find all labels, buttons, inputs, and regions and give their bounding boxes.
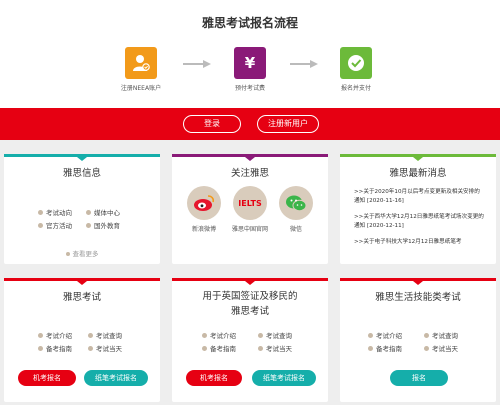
step-label: 预付考试费 bbox=[234, 85, 265, 92]
ielts-info-card: 雅思信息 考试动向 媒体中心 官方活动 国外教育 查看更多 bbox=[4, 154, 160, 264]
link-official-events[interactable]: 官方活动 bbox=[38, 220, 72, 230]
card-title-line1: 用于英国签证及移民的 bbox=[202, 291, 298, 302]
card-title: 雅思生活技能类考试 bbox=[375, 292, 461, 303]
register-button[interactable]: 注册新用户 bbox=[257, 115, 319, 133]
latest-news-card: 雅思最新消息 bbox=[340, 154, 496, 264]
weibo-icon bbox=[187, 186, 221, 220]
ukvi-exam-card: 用于英国签证及移民的 雅思考试 考试介绍 考试查询 备考指南 考试当天 机考报名… bbox=[172, 278, 328, 402]
arrow-right-icon bbox=[290, 60, 318, 68]
ielts-china-site-link[interactable]: IELTS 雅思中国官网 bbox=[225, 186, 275, 233]
step-label: 报名并支付 bbox=[340, 85, 371, 92]
wechat-link[interactable]: 微信 bbox=[271, 186, 321, 233]
paper-exam-register-button[interactable]: 纸笔考试报名 bbox=[252, 370, 316, 386]
step-prepay[interactable]: ¥ 预付考试费 bbox=[210, 47, 290, 92]
card-title: 雅思最新消息 bbox=[389, 168, 447, 179]
link-exam-day[interactable]: 考试当天 bbox=[88, 343, 122, 353]
link-overseas-education[interactable]: 国外教育 bbox=[86, 220, 120, 230]
wechat-icon bbox=[279, 186, 313, 220]
link-prep-guide[interactable]: 备考指南 bbox=[368, 343, 402, 353]
registration-process-section: 雅思考试报名流程 注册NEEA账户 ¥ 预付考试费 报名并支付 bbox=[0, 0, 500, 108]
card-accent-pointer bbox=[77, 157, 87, 161]
user-register-icon bbox=[125, 47, 157, 79]
card-title: 关注雅思 bbox=[230, 168, 269, 179]
news-item[interactable]: >>关于西华大学12月12日雅思纸笔考试场次变更的通知 [2020-12-11] bbox=[354, 213, 484, 230]
link-prep-guide[interactable]: 备考指南 bbox=[202, 343, 236, 353]
link-exam-intro[interactable]: 考试介绍 bbox=[368, 330, 402, 340]
login-banner: 登录 注册新用户 bbox=[0, 108, 500, 140]
link-exam-day[interactable]: 考试当天 bbox=[258, 343, 292, 353]
news-item[interactable]: >>关于2020年10月以后考点变更新及相关安排的通知 [2020-11-16] bbox=[354, 188, 484, 205]
card-title-line2: 雅思考试 bbox=[230, 306, 269, 317]
step-label: 注册NEEA账户 bbox=[120, 85, 162, 92]
login-button[interactable]: 登录 bbox=[183, 115, 241, 133]
check-icon bbox=[340, 47, 372, 79]
card-accent-pointer bbox=[413, 157, 423, 161]
card-accent-pointer bbox=[77, 281, 87, 285]
link-exam-intro[interactable]: 考试介绍 bbox=[202, 330, 236, 340]
card-accent-pointer bbox=[245, 157, 255, 161]
card-title: 雅思考试 bbox=[62, 292, 101, 303]
social-label: 微信 bbox=[289, 226, 302, 233]
card-accent-pointer bbox=[245, 281, 255, 285]
step-register-pay[interactable]: 报名并支付 bbox=[316, 47, 396, 92]
link-exam-intro[interactable]: 考试介绍 bbox=[38, 330, 72, 340]
step-register[interactable]: 注册NEEA账户 bbox=[101, 47, 181, 92]
paper-exam-register-button[interactable]: 纸笔考试报名 bbox=[84, 370, 148, 386]
link-exam-news[interactable]: 考试动向 bbox=[38, 207, 72, 217]
link-media-center[interactable]: 媒体中心 bbox=[86, 207, 120, 217]
life-skills-card: 雅思生活技能类考试 考试介绍 考试查询 备考指南 考试当天 报名 bbox=[340, 278, 496, 402]
register-button[interactable]: 报名 bbox=[390, 370, 448, 386]
view-more-link[interactable]: 查看更多 bbox=[4, 248, 160, 258]
computer-exam-register-button[interactable]: 机考报名 bbox=[186, 370, 242, 386]
link-exam-query[interactable]: 考试查询 bbox=[258, 330, 292, 340]
ielts-logo: IELTS bbox=[233, 186, 267, 220]
arrow-right-icon bbox=[183, 60, 211, 68]
ielts-exam-card: 雅思考试 考试介绍 考试查询 备考指南 考试当天 机考报名 纸笔考试报名 bbox=[4, 278, 160, 402]
page-title: 雅思考试报名流程 bbox=[201, 16, 298, 30]
news-item[interactable]: >>关于电子科技大学12月12日雅思纸笔考 bbox=[354, 238, 484, 247]
weibo-link[interactable]: 新浪微博 bbox=[179, 186, 229, 233]
card-accent-pointer bbox=[413, 281, 423, 285]
yen-payment-icon: ¥ bbox=[234, 47, 266, 79]
computer-exam-register-button[interactable]: 机考报名 bbox=[18, 370, 76, 386]
card-title: 雅思信息 bbox=[62, 168, 101, 179]
link-exam-query[interactable]: 考试查询 bbox=[88, 330, 122, 340]
link-exam-query[interactable]: 考试查询 bbox=[424, 330, 458, 340]
social-label: 新浪微博 bbox=[191, 226, 216, 233]
link-exam-day[interactable]: 考试当天 bbox=[424, 343, 458, 353]
link-prep-guide[interactable]: 备考指南 bbox=[38, 343, 72, 353]
social-label: 雅思中国官网 bbox=[231, 226, 268, 233]
